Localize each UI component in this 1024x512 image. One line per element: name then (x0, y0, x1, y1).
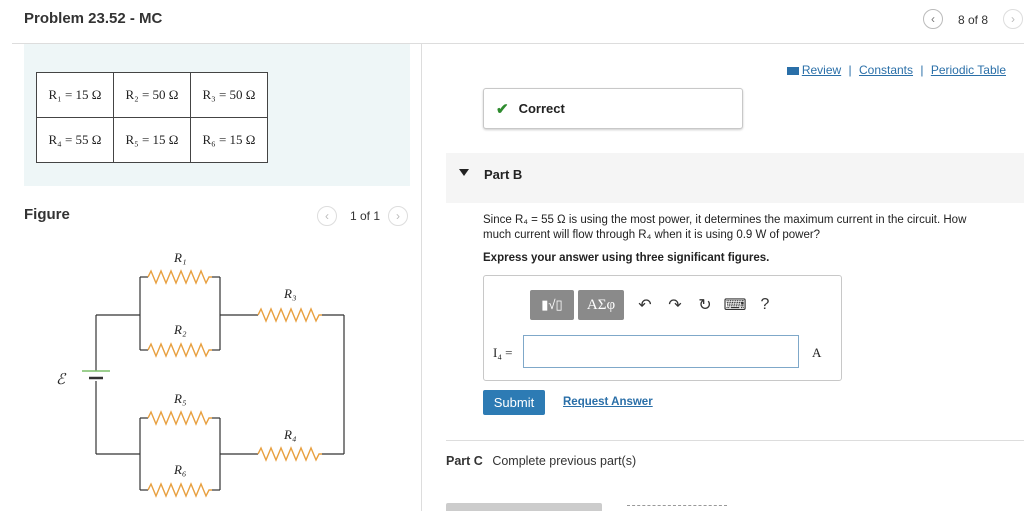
circuit-diagram: R₁ R₂ R₃ R₅ R₆ R₄ ℰ (56, 250, 345, 498)
instruction-text: Express your answer using three signific… (483, 252, 770, 264)
return-button-partial[interactable] (446, 503, 602, 511)
question-line: Since R₄ = 55 Ω is using the most power,… (483, 214, 967, 226)
question-line: much current will flow through R₄ when i… (483, 229, 821, 241)
help-label: ? (760, 296, 770, 313)
chevron-left-icon: ‹ (931, 12, 935, 26)
resistor-r4 (257, 446, 322, 462)
chevron-right-icon: › (396, 209, 400, 223)
next-problem-button[interactable]: › (1003, 9, 1023, 29)
chevron-right-icon: › (1011, 12, 1015, 26)
template-icon: ▮√▯ (541, 297, 563, 312)
next-figure-button[interactable]: › (388, 206, 408, 226)
template-button[interactable]: ▮√▯ (530, 290, 574, 320)
greek-label: ΑΣφ (586, 296, 616, 313)
part-b-header[interactable] (446, 153, 1024, 203)
keyboard-icon[interactable]: ⌨ (720, 290, 750, 320)
resistor-r3 (257, 307, 322, 323)
prev-problem-button[interactable]: ‹ (923, 9, 943, 29)
table-cell: R₂ = 50 Ω (113, 72, 191, 118)
page-title: Problem 23.52 - MC (24, 10, 163, 27)
part-divider (446, 440, 1024, 441)
part-c-label: Part C (446, 454, 483, 468)
table-row: R₄ = 55 Ω R₅ = 15 Ω R₆ = 15 Ω (36, 117, 268, 163)
table-cell: R₄ = 55 Ω (36, 117, 114, 163)
r5-label: R₅ (173, 391, 186, 406)
table-row: R₁ = 15 Ω R₂ = 50 Ω R₃ = 50 Ω (36, 72, 268, 118)
unit-label: A (812, 345, 822, 360)
r4-label: R₄ (283, 427, 297, 442)
resistor-r2 (147, 342, 212, 358)
problem-pagination: 8 of 8 (958, 13, 989, 27)
table-cell: R₁ = 15 Ω (36, 72, 114, 118)
review-link[interactable]: Review (802, 63, 841, 77)
part-c-row: Part C Complete previous part(s) (446, 454, 636, 468)
reset-icon[interactable]: ↻ (690, 290, 720, 320)
chevron-left-icon: ‹ (325, 209, 329, 223)
greek-symbols-button[interactable]: ΑΣφ (578, 290, 624, 320)
feedback-box: ✔ Correct (483, 88, 743, 129)
table-cell: R₆ = 15 Ω (190, 117, 268, 163)
resource-links: Review | Constants | Periodic Table (786, 63, 1006, 77)
feedback-status: Correct (518, 101, 565, 116)
periodic-table-link[interactable]: Periodic Table (931, 63, 1006, 77)
battery-symbol (82, 370, 110, 380)
checkmark-icon: ✔ (496, 100, 509, 118)
link-separator: | (848, 63, 852, 77)
question-text: Since R₄ = 55 Ω is using the most power,… (483, 213, 1003, 243)
table-cell: R₃ = 50 Ω (190, 72, 268, 118)
resistor-r1 (147, 269, 212, 285)
table-cell: R₅ = 15 Ω (113, 117, 191, 163)
r3-label: R₃ (283, 286, 296, 301)
figure-pager: 1 of 1 (350, 209, 381, 223)
constants-link[interactable]: Constants (859, 63, 913, 77)
figure-label: Figure (24, 206, 70, 223)
panel-divider (421, 44, 422, 511)
undo-icon[interactable]: ↶ (630, 290, 660, 320)
help-button[interactable]: ? (750, 290, 780, 320)
resistor-r6 (147, 482, 212, 498)
request-answer-link[interactable]: Request Answer (563, 396, 653, 408)
prev-figure-button[interactable]: ‹ (317, 206, 337, 226)
submit-button[interactable]: Submit (483, 390, 545, 415)
answer-label: I₄ = (493, 345, 513, 360)
resistor-r5 (147, 410, 212, 426)
redo-icon[interactable]: ↷ (660, 290, 690, 320)
part-c-text: Complete previous part(s) (492, 454, 637, 468)
link-separator: | (920, 63, 924, 77)
r1-label: R₁ (173, 250, 186, 265)
collapse-triangle-icon[interactable] (459, 169, 469, 176)
r2-label: R₂ (173, 322, 187, 337)
math-toolbar: ▮√▯ ΑΣφ ↶ ↷ ↻ ⌨ ? (530, 290, 780, 320)
book-icon (786, 66, 799, 75)
resistor-table: R₁ = 15 Ω R₂ = 50 Ω R₃ = 50 Ω R₄ = 55 Ω … (36, 72, 268, 163)
answer-input[interactable] (523, 335, 799, 368)
emf-label: ℰ (56, 372, 67, 388)
part-b-label: Part B (484, 167, 523, 182)
r6-label: R₆ (173, 462, 186, 477)
